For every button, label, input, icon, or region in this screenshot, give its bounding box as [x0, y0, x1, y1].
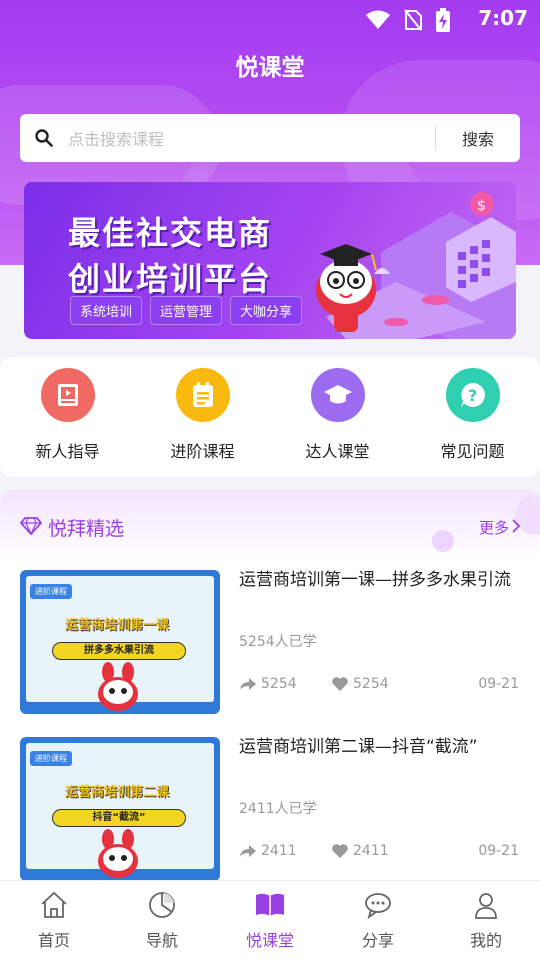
course-title: 运营商培训第一课—拼多多水果引流 — [239, 570, 511, 590]
search-button[interactable]: 搜索 — [436, 126, 520, 150]
course-learners: 2411人已学 — [239, 801, 317, 817]
svg-text:$: $ — [477, 198, 486, 214]
tab-classroom[interactable]: 悦课堂 — [216, 881, 324, 960]
course-card[interactable]: 进阶课程 运营商培训第二课 抖音“截流” 运营商培训第二课—抖音“截流” 241… — [20, 737, 520, 880]
tab-share[interactable]: 分享 — [324, 881, 432, 960]
notepad-icon — [175, 368, 230, 422]
book-play-icon — [40, 368, 95, 422]
mascot-icon — [98, 662, 138, 711]
tab-home[interactable]: 首页 — [0, 881, 108, 960]
battery-charging-icon — [436, 8, 450, 36]
share-arrow-icon — [240, 678, 256, 690]
clock: 7:07 — [478, 6, 528, 30]
course-learners: 5254人已学 — [239, 634, 317, 650]
heart-icon — [332, 677, 348, 691]
banner-tag: 系统培训 — [70, 296, 143, 325]
tab-navigation[interactable]: 导航 — [108, 881, 216, 960]
quick-menu-newbie-guide[interactable]: 新人指导 — [0, 357, 135, 477]
page-title: 悦课堂 — [235, 55, 305, 81]
banner-headline-2: 创业培训平台 — [68, 260, 273, 298]
tab-mine[interactable]: 我的 — [432, 881, 540, 960]
graduation-cap-icon — [310, 368, 365, 422]
status-bar: 7:07 — [0, 0, 540, 38]
chat-bubbles-icon — [365, 893, 391, 919]
course-title: 运营商培训第二课—抖音“截流” — [239, 737, 478, 757]
course-date: 09-21 — [478, 843, 519, 859]
course-thumbnail: 进阶课程 运营商培训第一课 拼多多水果引流 — [20, 570, 220, 714]
course-date: 09-21 — [478, 676, 519, 692]
share-arrow-icon — [240, 845, 256, 857]
banner-headline-1: 最佳社交电商 — [68, 214, 273, 252]
search-input[interactable]: 点击搜索课程 — [68, 126, 435, 150]
svg-text:?: ? — [468, 386, 477, 405]
section-title: 悦拜精选 — [48, 518, 125, 540]
quick-menu-label: 新人指导 — [35, 442, 100, 461]
quick-menu-label: 常见问题 — [440, 442, 505, 461]
chevron-right-icon — [512, 518, 521, 537]
banner-tag: 运营管理 — [150, 296, 223, 325]
featured-section: 悦拜精选 更多 进阶课程 运营商培训第一课 拼多多水果引流 运营商培训第一课—拼… — [0, 490, 540, 880]
heart-icon — [332, 844, 348, 858]
mascot-icon — [98, 829, 138, 878]
course-thumbnail: 进阶课程 运营商培训第二课 抖音“截流” — [20, 737, 220, 880]
bottom-tab-bar: 首页 导航 悦课堂 分享 我的 — [0, 880, 540, 960]
course-card[interactable]: 进阶课程 运营商培训第一课 拼多多水果引流 运营商培训第一课—拼多多水果引流 5… — [20, 570, 520, 714]
tab-label: 首页 — [37, 931, 70, 950]
thumbnail-title: 运营商培训第一课 — [64, 618, 169, 633]
more-link[interactable]: 更多 — [478, 517, 521, 538]
thumbnail-badge: 进阶课程 — [30, 584, 72, 599]
diamond-icon — [19, 516, 43, 539]
thumbnail-subtitle: 抖音“截流” — [52, 809, 186, 827]
share-count[interactable]: 5254 — [239, 676, 297, 692]
quick-menu-expert-class[interactable]: 达人课堂 — [270, 357, 405, 477]
quick-menu-label: 进阶课程 — [170, 442, 235, 461]
tab-label: 分享 — [361, 931, 394, 950]
promo-banner[interactable]: 最佳社交电商 创业培训平台 系统培训 运营管理 大咖分享 $ — [24, 182, 516, 339]
like-count[interactable]: 5254 — [331, 676, 389, 692]
quick-menu-label: 达人课堂 — [305, 442, 370, 461]
quick-menu: 新人指导 进阶课程 达人课堂 ? 常见问题 — [0, 357, 540, 477]
wifi-icon — [366, 10, 390, 34]
search-bar[interactable]: 点击搜索课程 搜索 — [20, 114, 520, 162]
more-label: 更多 — [478, 519, 509, 537]
thumbnail-title: 运营商培训第二课 — [64, 785, 169, 800]
home-icon — [41, 891, 67, 918]
quick-menu-advanced-course[interactable]: 进阶课程 — [135, 357, 270, 477]
open-book-icon — [256, 893, 284, 916]
question-bubble-icon: ? — [445, 368, 500, 422]
banner-illustration: $ — [316, 192, 516, 339]
pie-chart-icon — [149, 892, 175, 918]
tab-label: 导航 — [145, 931, 178, 950]
search-icon — [20, 114, 68, 162]
tab-label: 我的 — [469, 931, 502, 950]
like-count[interactable]: 2411 — [331, 843, 389, 859]
tab-label: 悦课堂 — [245, 931, 294, 950]
user-icon — [475, 893, 497, 919]
no-sim-icon — [404, 9, 422, 35]
thumbnail-badge: 进阶课程 — [30, 751, 72, 766]
share-count[interactable]: 2411 — [239, 843, 297, 859]
thumbnail-subtitle: 拼多多水果引流 — [52, 642, 186, 660]
quick-menu-faq[interactable]: ? 常见问题 — [405, 357, 540, 477]
